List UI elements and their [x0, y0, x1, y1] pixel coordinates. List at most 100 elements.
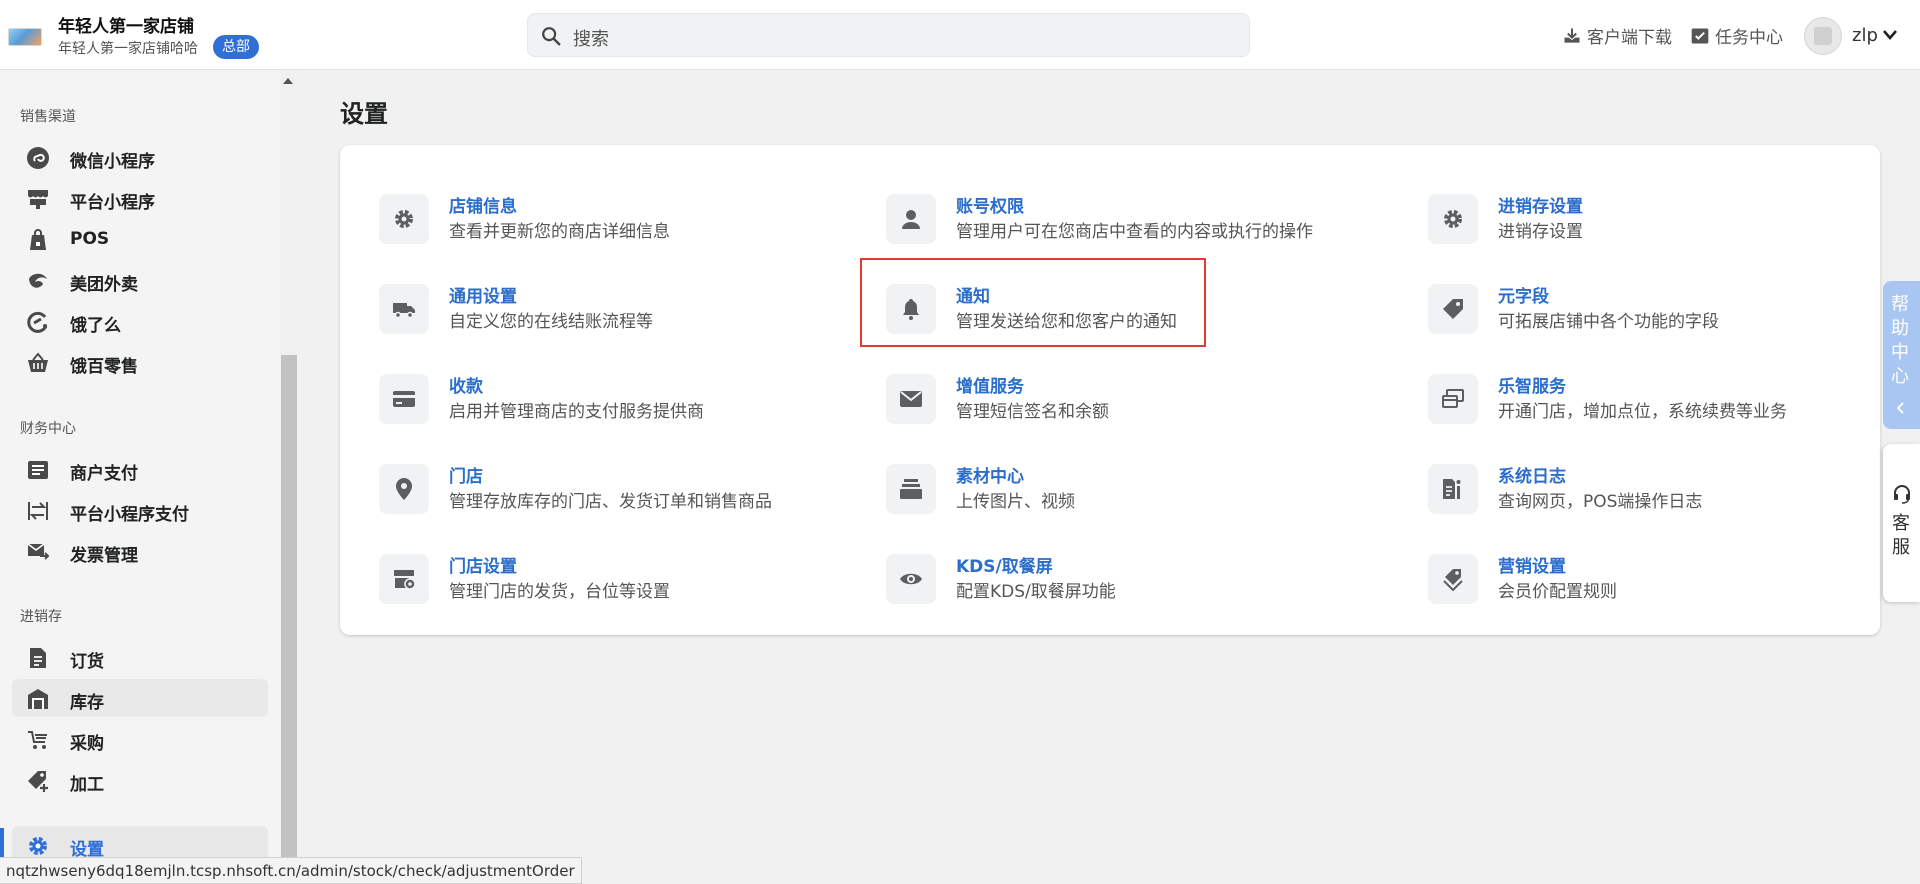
- sidebar-item-meituan[interactable]: 美团外卖: [12, 261, 268, 299]
- setting-title[interactable]: 收款: [449, 372, 483, 397]
- transfer-icon: [28, 502, 48, 520]
- sidebar-item-label: POS: [70, 229, 110, 249]
- sidebar-item-ordering[interactable]: 订货: [12, 638, 268, 676]
- eye-icon: [900, 573, 922, 585]
- sidebar-item-processing[interactable]: 加工: [12, 761, 268, 799]
- task-center-label: 任务中心: [1715, 28, 1783, 48]
- gear-icon: [29, 837, 47, 855]
- sidebar-item-eleme[interactable]: 饿了么: [12, 302, 268, 340]
- sidebar-scroll-thumb[interactable]: [281, 355, 297, 860]
- person-icon: [902, 210, 920, 229]
- sidebar-item-label: 饿百零售: [70, 357, 138, 377]
- sidebar-item-label: 平台小程序支付: [70, 505, 189, 525]
- sidebar-item-wechat-miniprogram[interactable]: 微信小程序: [12, 138, 268, 176]
- setting-title[interactable]: 店铺信息: [449, 192, 517, 217]
- basket-icon: [28, 352, 48, 372]
- cards-icon: [1442, 389, 1464, 408]
- setting-kds[interactable]: KDS/取餐屏 配置KDS/取餐屏功能: [886, 546, 1346, 612]
- top-header: 年轻人第一家店铺 年轻人第一家店铺哈哈 总部 搜索 客户端下载 任务中心 zlp: [0, 0, 1920, 70]
- setting-store-settings[interactable]: 门店设置 管理门店的发货，台位等设置: [379, 546, 839, 612]
- search-input[interactable]: 搜索: [527, 13, 1250, 57]
- setting-locations[interactable]: 门店 管理存放库存的门店、发货订单和销售商品: [379, 456, 839, 522]
- setting-desc: 可拓展店铺中各个功能的字段: [1498, 312, 1719, 332]
- task-center-link[interactable]: 任务中心: [1690, 23, 1783, 48]
- setting-inventory[interactable]: 进销存设置 进销存设置: [1428, 186, 1828, 252]
- store-logo[interactable]: [8, 28, 42, 46]
- truck-icon: [393, 303, 415, 319]
- sidebar-item-label: 订货: [70, 652, 104, 672]
- sidebar-item-label: 微信小程序: [70, 152, 155, 172]
- setting-metafields[interactable]: 元字段 可拓展店铺中各个功能的字段: [1428, 276, 1828, 342]
- setting-title[interactable]: 进销存设置: [1498, 192, 1583, 217]
- sidebar-item-stock[interactable]: 库存: [12, 679, 268, 717]
- sidebar-item-label: 发票管理: [70, 546, 138, 566]
- setting-title[interactable]: 乐智服务: [1498, 372, 1566, 397]
- eleme-icon: [27, 311, 48, 333]
- setting-title[interactable]: 营销设置: [1498, 552, 1566, 577]
- sidebar-item-ebai[interactable]: 饿百零售: [12, 343, 268, 381]
- setting-title[interactable]: 门店设置: [449, 552, 517, 577]
- setting-title[interactable]: 增值服务: [956, 372, 1024, 397]
- tags-icon: [1443, 569, 1463, 591]
- help-center-tab[interactable]: 帮助中心: [1883, 281, 1920, 429]
- help-center-label: 帮助中心: [1891, 294, 1909, 387]
- sidebar-item-label: 美团外卖: [70, 275, 138, 295]
- setting-title[interactable]: 通用设置: [449, 282, 517, 307]
- sidebar-item-invoice[interactable]: 发票管理: [12, 532, 268, 570]
- section-title-sales: 销售渠道: [20, 109, 76, 125]
- client-download-link[interactable]: 客户端下载: [1562, 23, 1672, 48]
- page-title: 设置: [340, 100, 388, 128]
- setting-title[interactable]: 元字段: [1498, 282, 1549, 307]
- setting-desc: 自定义您的在线结账流程等: [449, 312, 653, 332]
- setting-title[interactable]: KDS/取餐屏: [956, 552, 1053, 577]
- setting-title[interactable]: 门店: [449, 462, 483, 487]
- document-icon: [28, 461, 48, 479]
- gear-icon: [395, 210, 413, 228]
- avatar[interactable]: [1804, 17, 1842, 55]
- sidebar-item-label: 商户支付: [70, 464, 138, 484]
- sidebar-item-platform-payment[interactable]: 平台小程序支付: [12, 491, 268, 529]
- setting-lezhi-service[interactable]: 乐智服务 开通门店，增加点位，系统续费等业务: [1428, 366, 1848, 432]
- chevron-left-icon: [1896, 402, 1904, 414]
- setting-general[interactable]: 通用设置 自定义您的在线结账流程等: [379, 276, 839, 342]
- setting-desc: 配置KDS/取餐屏功能: [956, 582, 1116, 602]
- store-name[interactable]: 年轻人第一家店铺: [58, 12, 194, 37]
- store-settings-icon: [394, 570, 416, 590]
- search-placeholder: 搜索: [573, 29, 609, 50]
- store-subtitle: 年轻人第一家店铺哈哈: [58, 41, 198, 57]
- user-name[interactable]: zlp: [1852, 25, 1878, 46]
- setting-title[interactable]: 素材中心: [956, 462, 1024, 487]
- tag-icon: [1443, 299, 1463, 319]
- sidebar-item-merchant-payment[interactable]: 商户支付: [12, 450, 268, 488]
- setting-desc: 启用并管理商店的支付服务提供商: [449, 402, 704, 422]
- settings-card: 店铺信息 查看并更新您的商店详细信息 账号权限 管理用户可在您商店中查看的内容或…: [340, 145, 1880, 635]
- setting-media-center[interactable]: 素材中心 上传图片、视频: [886, 456, 1346, 522]
- section-title-inventory: 进销存: [20, 609, 62, 625]
- location-pin-icon: [396, 478, 412, 500]
- setting-title[interactable]: 账号权限: [956, 192, 1024, 217]
- setting-value-added[interactable]: 增值服务 管理短信签名和余额: [886, 366, 1346, 432]
- sidebar-item-label: 平台小程序: [70, 193, 155, 213]
- sidebar-item-label: 采购: [70, 734, 104, 754]
- mail-icon: [900, 391, 922, 407]
- customer-service-tab[interactable]: 客服: [1883, 444, 1920, 602]
- setting-desc: 管理用户可在您商店中查看的内容或执行的操作: [956, 222, 1313, 242]
- purchase-icon: [28, 731, 47, 749]
- setting-payments[interactable]: 收款 启用并管理商店的支付服务提供商: [379, 366, 839, 432]
- status-url: nqtzhwseny6dq18emjln.tcsp.nhsoft.cn/admi…: [0, 857, 582, 884]
- sidebar-item-platform-miniprogram[interactable]: 平台小程序: [12, 179, 268, 217]
- setting-store-info[interactable]: 店铺信息 查看并更新您的商店详细信息: [379, 186, 839, 252]
- setting-desc: 进销存设置: [1498, 222, 1583, 242]
- sidebar-item-label: 饿了么: [70, 316, 121, 336]
- setting-system-log[interactable]: 系统日志 查询网页，POS端操作日志: [1428, 456, 1848, 522]
- section-title-finance: 财务中心: [20, 421, 76, 437]
- setting-account-permission[interactable]: 账号权限 管理用户可在您商店中查看的内容或执行的操作: [886, 186, 1386, 252]
- setting-desc: 查看并更新您的商店详细信息: [449, 222, 670, 242]
- scroll-up-arrow-icon[interactable]: [283, 78, 293, 84]
- chevron-down-icon[interactable]: [1882, 28, 1898, 42]
- sidebar-item-purchase[interactable]: 采购: [12, 720, 268, 758]
- sidebar: 销售渠道 微信小程序 平台小程序 POS 美团外卖 饿了么 饿百零售 财务中心 …: [0, 70, 298, 864]
- setting-marketing[interactable]: 营销设置 会员价配置规则: [1428, 546, 1848, 612]
- setting-title[interactable]: 系统日志: [1498, 462, 1566, 487]
- sidebar-item-pos[interactable]: POS: [12, 220, 268, 258]
